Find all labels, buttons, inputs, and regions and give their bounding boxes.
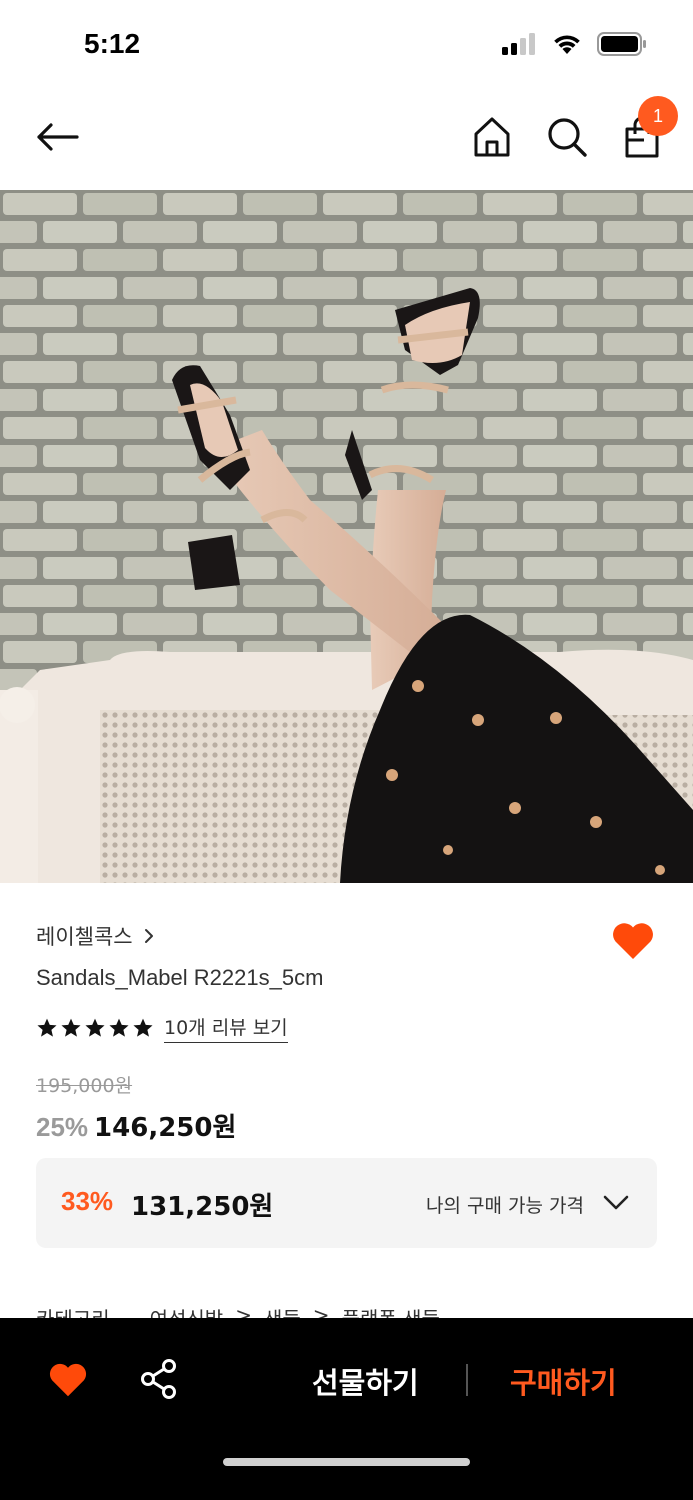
- product-name: Sandals_Mabel R2221s_5cm: [36, 965, 324, 990]
- wishlist-button[interactable]: [610, 919, 656, 961]
- star-icon: [85, 1018, 105, 1037]
- status-icons: [501, 32, 647, 56]
- back-button[interactable]: [32, 116, 82, 158]
- rating-row: 10개 리뷰 보기: [36, 1013, 288, 1043]
- home-indicator[interactable]: [223, 1458, 470, 1466]
- buy-button[interactable]: 구매하기: [510, 1360, 617, 1402]
- my-price: 131,250원: [131, 1192, 274, 1222]
- brand-name: 레이첼콕스: [36, 925, 133, 949]
- heart-filled-icon: [613, 923, 653, 959]
- cellular-signal-icon: [502, 33, 535, 55]
- product-image[interactable]: [0, 190, 693, 883]
- star-icon: [61, 1018, 81, 1037]
- review-link[interactable]: 10개 리뷰 보기: [164, 1013, 288, 1043]
- status-time: 5:12: [84, 28, 141, 59]
- cart-count-badge: 1: [638, 96, 678, 136]
- button-divider: [466, 1364, 468, 1396]
- chevron-right-icon: [144, 929, 153, 943]
- sale-price-row: 25% 146,250원: [36, 1107, 236, 1144]
- share-icon: [141, 1359, 176, 1399]
- gift-button[interactable]: 선물하기: [312, 1360, 419, 1402]
- brand-link[interactable]: 레이첼콕스: [36, 921, 155, 951]
- home-icon: [474, 117, 510, 157]
- my-discount-percent: 33%: [61, 1186, 114, 1216]
- discount-percent: 25%: [36, 1112, 89, 1142]
- arrow-left-icon: [37, 123, 79, 151]
- star-icon: [109, 1018, 129, 1037]
- bottom-wishlist-button[interactable]: [47, 1360, 89, 1398]
- star-icon: [37, 1018, 57, 1037]
- heart-filled-icon: [49, 1363, 87, 1397]
- product-photo-sandals: [0, 190, 693, 883]
- status-bar: 5:12: [0, 0, 693, 90]
- search-button[interactable]: [544, 114, 590, 160]
- battery-icon: [597, 32, 646, 56]
- bottom-action-bar: 선물하기 구매하기: [0, 1318, 693, 1500]
- top-nav-bar: 1: [0, 90, 693, 190]
- original-price: 195,000원: [36, 1075, 133, 1097]
- chevron-down-icon: [603, 1195, 629, 1210]
- home-button[interactable]: [470, 114, 514, 160]
- my-price-dropdown[interactable]: 33% 131,250원 나의 구매 가능 가격: [36, 1158, 657, 1248]
- star-icon: [133, 1018, 153, 1037]
- sale-price: 146,250원: [94, 1113, 237, 1143]
- my-price-label: 나의 구매 가능 가격: [426, 1195, 584, 1217]
- share-button[interactable]: [139, 1358, 179, 1400]
- rating-stars: [36, 1017, 154, 1039]
- search-icon: [548, 118, 587, 157]
- wifi-icon: [554, 35, 580, 54]
